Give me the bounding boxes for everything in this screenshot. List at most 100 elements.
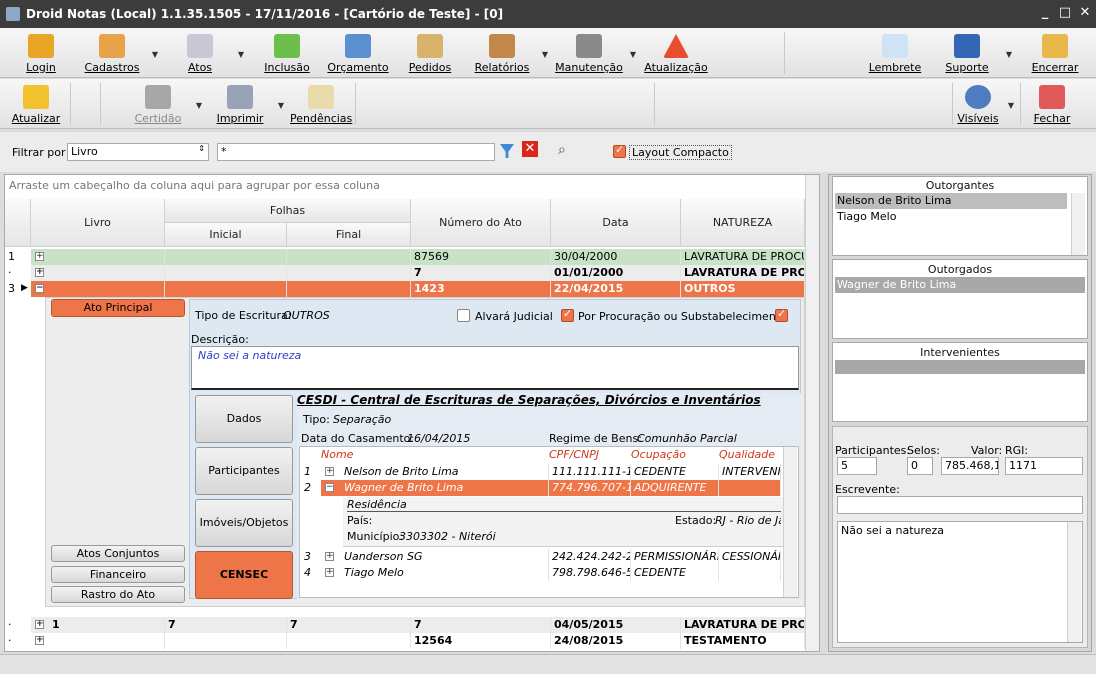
valor-input[interactable]: 785.468,15 [941, 457, 999, 475]
close-window-button[interactable]: ✕ [1076, 5, 1094, 21]
encerrar-button[interactable]: Encerrar [1028, 34, 1082, 74]
escrevente-label: Escrevente: [835, 483, 900, 496]
table-row[interactable]: · + 7 01/01/2000 LAVRATURA DE PROCURAÇÃO [5, 265, 805, 281]
censec-tab[interactable]: CENSEC [195, 551, 293, 599]
natureza-header[interactable]: NATUREZA [681, 199, 805, 247]
table-row[interactable]: · + 12564 24/08/2015 TESTAMENTO [5, 633, 805, 649]
atualizar-button[interactable]: Atualizar [10, 85, 62, 125]
manutencao-dropdown-icon[interactable]: ▼ [628, 50, 638, 59]
livro-cell [49, 633, 165, 649]
cadastros-button[interactable]: Cadastros [80, 34, 144, 74]
table-row[interactable]: 1 + 87569 30/04/2000 LAVRATURA DE PROCUR… [5, 249, 805, 265]
filter-field-select[interactable]: Livro ⇕ [67, 143, 209, 161]
rastro-ato-tab[interactable]: Rastro do Ato [51, 586, 185, 603]
rgi-input[interactable]: 1171 [1005, 457, 1083, 475]
natureza-cell: LAVRATURA DE PROCURAÇÃO [681, 249, 805, 265]
expand-icon[interactable]: + [35, 268, 44, 277]
intervenientes-selection[interactable] [835, 360, 1085, 374]
escrevente-input[interactable] [837, 496, 1083, 514]
suporte-button[interactable]: Suporte [940, 34, 994, 74]
refresh-arrows-icon [23, 85, 49, 109]
participant-index: 3 [304, 550, 311, 563]
lembrete-button[interactable]: Lembrete [866, 34, 924, 74]
expand-icon[interactable]: + [35, 636, 44, 645]
participantes-input[interactable]: 5 [837, 457, 877, 475]
relatorios-dropdown-icon[interactable]: ▼ [540, 50, 550, 59]
minimize-button[interactable]: _ [1036, 5, 1054, 21]
fechar-button[interactable]: Fechar [1030, 85, 1074, 125]
imoveis-objetos-tab[interactable]: Imóveis/Objetos [195, 499, 293, 547]
outorgante-item[interactable]: Tiago Melo [835, 209, 1067, 225]
grid-scrollbar[interactable] [805, 175, 819, 651]
expand-icon[interactable]: + [325, 568, 334, 577]
suporte-dropdown-icon[interactable]: ▼ [1004, 50, 1014, 59]
atos-button[interactable]: Atos [174, 34, 226, 74]
atualizacao-button[interactable]: Atualização [644, 34, 708, 74]
pendencias-button[interactable]: Pendências [290, 85, 352, 125]
dados-tab[interactable]: Dados [195, 395, 293, 443]
participant-cpf: 111.111.111-11 [549, 464, 631, 480]
visiveis-dropdown-icon[interactable]: ▼ [1006, 101, 1016, 110]
expand-icon[interactable]: + [35, 252, 44, 261]
collapse-icon[interactable]: − [35, 284, 44, 293]
extra-option-checkbox[interactable] [775, 307, 788, 322]
ato-principal-tab[interactable]: Ato Principal [51, 299, 185, 317]
search-icon[interactable]: ⌕ [558, 142, 566, 158]
expand-icon[interactable]: + [35, 620, 44, 629]
qualidade-col-header[interactable]: Qualidade [719, 448, 775, 461]
table-row[interactable]: · + 1 7 7 7 04/05/2015 LAVRATURA DE PROC… [5, 617, 805, 633]
nota-scrollbar[interactable] [1067, 522, 1081, 642]
orcamento-button[interactable]: Orçamento [326, 34, 390, 74]
livro-header[interactable]: Livro [31, 199, 165, 247]
expand-icon[interactable]: + [325, 467, 334, 476]
imprimir-dropdown-icon[interactable]: ▼ [276, 101, 286, 110]
estado-value: RJ - Rio de Janeiro [715, 514, 781, 527]
nome-col-header[interactable]: Nome [321, 448, 353, 461]
participantes-tab[interactable]: Participantes [195, 447, 293, 495]
cadastros-dropdown-icon[interactable]: ▼ [150, 50, 160, 59]
layout-compacto-label[interactable]: Layout Compacto [629, 145, 732, 160]
outorgante-item[interactable]: Nelson de Brito Lima [835, 193, 1067, 209]
inicial-header[interactable]: Inicial [165, 223, 287, 247]
cpf-col-header[interactable]: CPF/CNPJ [549, 448, 599, 461]
certidao-dropdown-icon[interactable]: ▼ [194, 101, 204, 110]
outorgado-item[interactable]: Wagner de Brito Lima [835, 277, 1085, 293]
nota-textarea[interactable]: Não sei a natureza [837, 521, 1083, 643]
outorgantes-scrollbar[interactable] [1071, 193, 1085, 255]
table-row-selected[interactable]: 3 ▶ − 1423 22/04/2015 OUTROS [5, 281, 805, 297]
descricao-textarea[interactable]: Não sei a natureza [191, 346, 799, 390]
filter-funnel-icon[interactable] [500, 144, 514, 158]
participant-row-selected[interactable]: 2 − Wagner de Brito Lima 774.796.707-10 … [301, 480, 781, 496]
ocupacao-col-header[interactable]: Ocupação [631, 448, 686, 461]
participant-row[interactable]: 1 + Nelson de Brito Lima 111.111.111-11 … [301, 464, 781, 480]
financeiro-tab[interactable]: Financeiro [51, 566, 185, 583]
participant-row[interactable]: 3 + Uanderson SG 242.424.242-24 PERMISSI… [301, 549, 781, 565]
folhas-header[interactable]: Folhas [165, 199, 411, 223]
manutencao-button[interactable]: Manutenção [554, 34, 624, 74]
selos-input[interactable]: 0 [907, 457, 933, 475]
atos-conjuntos-tab[interactable]: Atos Conjuntos [51, 545, 185, 562]
inclusao-button[interactable]: Inclusão [260, 34, 314, 74]
pedidos-button[interactable]: Pedidos [402, 34, 458, 74]
alvara-checkbox[interactable] [457, 309, 470, 322]
numero-ato-header[interactable]: Número do Ato [411, 199, 551, 247]
expand-icon[interactable]: + [325, 552, 334, 561]
support-user-icon [954, 34, 980, 58]
atos-dropdown-icon[interactable]: ▼ [236, 50, 246, 59]
toolbar-divider [355, 83, 356, 125]
relatorios-button[interactable]: Relatórios [470, 34, 534, 74]
clear-filter-icon[interactable]: ✕ [522, 141, 538, 157]
collapse-icon[interactable]: − [325, 483, 334, 492]
data-header[interactable]: Data [551, 199, 681, 247]
layout-compacto-checkbox[interactable] [613, 143, 626, 158]
participant-row[interactable]: 4 + Tiago Melo 798.798.646-54 CEDENTE [301, 565, 781, 581]
maximize-button[interactable]: □ [1056, 5, 1074, 21]
imprimir-button[interactable]: Imprimir [214, 85, 266, 125]
participants-scrollbar[interactable] [783, 447, 797, 597]
procuracao-checkbox[interactable] [561, 307, 574, 322]
filter-value-input[interactable]: * [217, 143, 495, 161]
login-button[interactable]: Login [14, 34, 68, 74]
visiveis-button[interactable]: Visíveis [954, 85, 1002, 125]
certidao-button[interactable]: Certidão [130, 85, 186, 125]
final-header[interactable]: Final [287, 223, 411, 247]
